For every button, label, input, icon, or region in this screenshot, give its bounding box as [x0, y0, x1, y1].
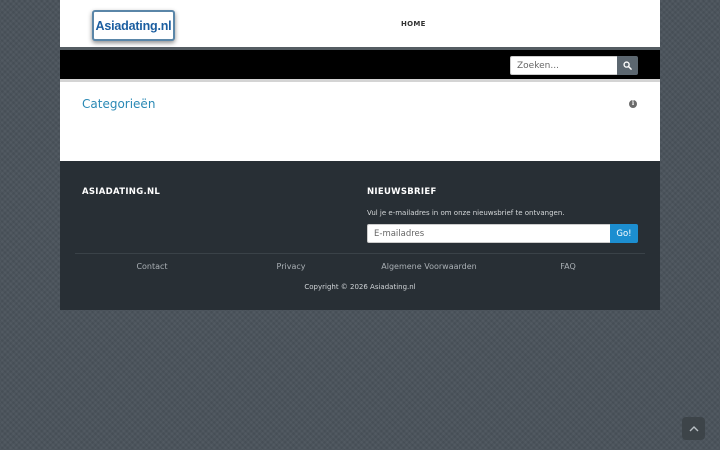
- site-logo[interactable]: Asiadating.nl: [92, 10, 175, 41]
- main-content: Categorieën i: [60, 82, 660, 161]
- newsletter-description: Vul je e-mailadres in om onze nieuwsbrie…: [367, 209, 565, 217]
- back-to-top-button[interactable]: [682, 417, 705, 440]
- info-icon[interactable]: i: [629, 100, 637, 108]
- footer-divider: [75, 253, 645, 254]
- search-icon: [623, 61, 632, 70]
- page-wrapper: Asiadating.nl HOME Categorieën i ASIADAT…: [60, 0, 660, 310]
- footer-link-faq[interactable]: FAQ: [560, 262, 576, 271]
- categories-title: Categorieën: [82, 97, 156, 111]
- footer-brand-title: ASIADATING.NL: [82, 187, 161, 197]
- nav-home-link[interactable]: HOME: [401, 20, 426, 28]
- footer-link-contact[interactable]: Contact: [136, 262, 167, 271]
- logo-text: Asiadating.nl: [95, 18, 172, 33]
- copyright-text: Copyright © 2026 Asiadating.nl: [304, 283, 416, 291]
- site-footer: ASIADATING.NL NIEUWSBRIEF Vul je e-maila…: [60, 161, 660, 310]
- chevron-up-icon: [689, 426, 698, 432]
- newsletter-submit-button[interactable]: Go!: [610, 224, 638, 243]
- newsletter-title: NIEUWSBRIEF: [367, 187, 437, 197]
- search-bar: [60, 50, 660, 82]
- search-button[interactable]: [617, 56, 638, 75]
- newsletter-email-input[interactable]: [367, 224, 610, 243]
- footer-link-terms[interactable]: Algemene Voorwaarden: [381, 262, 476, 271]
- footer-link-privacy[interactable]: Privacy: [277, 262, 306, 271]
- site-header: Asiadating.nl HOME: [60, 0, 660, 50]
- search-input[interactable]: [510, 56, 617, 75]
